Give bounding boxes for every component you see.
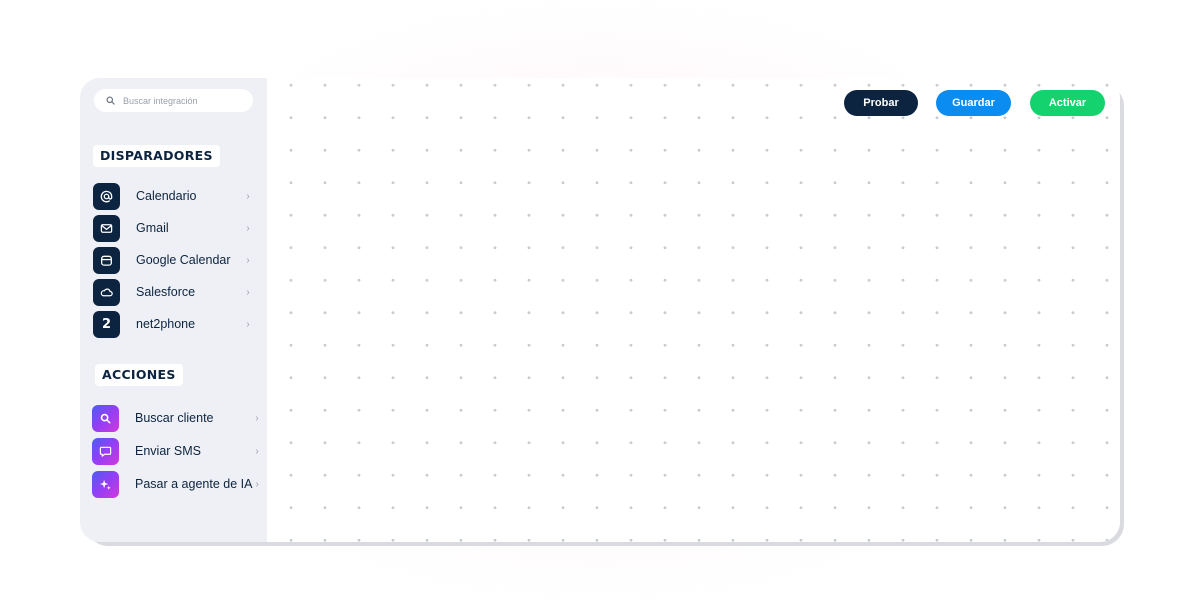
chevron-right-icon: ›: [246, 254, 250, 266]
trigger-item-net2phone[interactable]: 2 net2phone ›: [93, 310, 253, 338]
actions-section-title: ACCIONES: [95, 364, 183, 386]
trigger-item-salesforce[interactable]: Salesforce ›: [93, 278, 253, 306]
action-item-label: Buscar cliente: [135, 411, 214, 425]
chevron-right-icon: ›: [255, 412, 259, 424]
action-item-buscar-cliente[interactable]: Buscar cliente ›: [92, 404, 262, 432]
calendar-icon: [93, 246, 120, 274]
cloud-icon: [93, 278, 120, 306]
chevron-right-icon: ›: [246, 286, 250, 298]
message-icon: [92, 437, 119, 465]
trigger-item-google-calendar[interactable]: Google Calendar ›: [93, 246, 253, 274]
workflow-canvas[interactable]: Probar Guardar Activar: [267, 78, 1120, 542]
integrations-sidebar: DISPARADORES Calendario › Gmail ›: [80, 78, 267, 542]
sparkles-icon: [92, 470, 119, 498]
search-icon: [106, 96, 115, 105]
chevron-right-icon: ›: [255, 445, 259, 457]
chevron-right-icon: ›: [246, 222, 250, 234]
net2phone-logo-icon: 2: [93, 310, 120, 338]
chevron-right-icon: ›: [246, 318, 250, 330]
trigger-item-label: Gmail: [136, 221, 169, 235]
trigger-item-label: Salesforce: [136, 285, 196, 299]
workflow-editor-window: DISPARADORES Calendario › Gmail ›: [80, 78, 1120, 542]
action-item-enviar-sms[interactable]: Enviar SMS ›: [92, 437, 262, 465]
triggers-section-title: DISPARADORES: [93, 145, 220, 167]
action-item-pasar-a-agente-ia[interactable]: Pasar a agente de IA ›: [92, 470, 262, 498]
trigger-item-label: Google Calendar: [136, 253, 231, 267]
trigger-item-gmail[interactable]: Gmail ›: [93, 214, 253, 242]
chevron-right-icon: ›: [246, 190, 250, 202]
action-item-label: Enviar SMS: [135, 444, 201, 458]
chevron-right-icon: ›: [255, 478, 259, 490]
mail-icon: [93, 214, 120, 242]
search-icon: [92, 404, 119, 432]
trigger-item-label: Calendario: [136, 189, 197, 203]
test-button[interactable]: Probar: [844, 90, 918, 116]
net2phone-logo-glyph: 2: [101, 316, 112, 332]
search-box[interactable]: [94, 89, 253, 112]
trigger-item-calendario[interactable]: Calendario ›: [93, 182, 253, 210]
activate-button[interactable]: Activar: [1030, 90, 1105, 116]
save-button[interactable]: Guardar: [936, 90, 1011, 116]
trigger-item-label: net2phone: [136, 317, 196, 331]
at-icon: [93, 182, 120, 210]
action-item-label: Pasar a agente de IA: [135, 477, 253, 491]
search-input[interactable]: [123, 95, 243, 106]
